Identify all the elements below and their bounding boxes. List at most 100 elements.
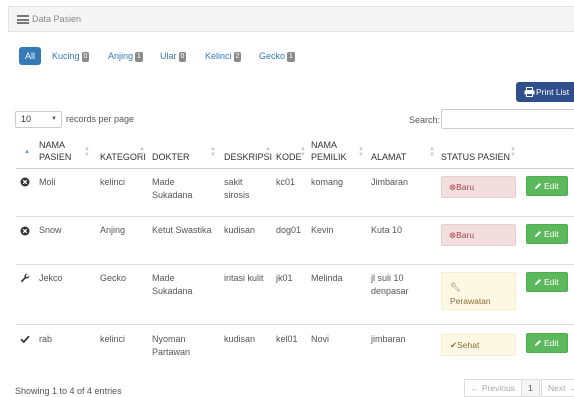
circle-x-icon[interactable] xyxy=(20,177,30,187)
edit-label: Edit xyxy=(544,229,559,239)
printer-icon xyxy=(524,87,535,97)
cell-line: Partawan xyxy=(152,347,191,357)
edit-label: Edit xyxy=(544,338,559,348)
previous-page-button[interactable]: ← Previous xyxy=(464,379,522,397)
sort-icon[interactable]: ▲ ▼ xyxy=(358,146,364,158)
col-dokter[interactable]: DOKTER xyxy=(152,151,190,163)
tab-anjing[interactable]: Anjing 1 xyxy=(108,47,143,65)
tab-kucing[interactable]: Kucing 0 xyxy=(52,47,90,65)
tab-label: Kelinci xyxy=(205,51,232,61)
col-alamat[interactable]: ALAMAT xyxy=(371,151,406,163)
status-label: Baru xyxy=(456,230,475,240)
cell-deskripsi: kudisan xyxy=(224,334,256,344)
pencil-icon xyxy=(535,279,541,285)
cell-dokter: Made Sukadana xyxy=(152,176,193,202)
next-page-button[interactable]: Next → xyxy=(541,379,574,397)
count-badge: 1 xyxy=(287,52,295,62)
chevron-down-icon: ▼ xyxy=(51,116,57,122)
count-badge: 0 xyxy=(178,52,187,62)
cell-line: Made xyxy=(152,177,175,187)
sort-asc-icon[interactable]: ▲ xyxy=(24,149,30,155)
sort-icon[interactable]: ▲ ▼ xyxy=(429,146,435,158)
status-label: Perawatan xyxy=(450,296,491,306)
header-divider xyxy=(16,168,574,169)
cell-dokter: Nyoman Partawan xyxy=(152,333,190,359)
cell-kategori: kelinci xyxy=(100,334,126,344)
tab-label: Gecko xyxy=(259,51,286,61)
cell-pemilik: Novi xyxy=(311,334,330,344)
hamburger-icon[interactable] xyxy=(17,15,29,24)
cell-dokter: Made Sukadana xyxy=(152,272,193,298)
sort-icon[interactable]: ▲ ▼ xyxy=(210,146,216,158)
sort-icon[interactable]: ▲ ▼ xyxy=(510,146,516,158)
records-per-page-value: 10 xyxy=(21,114,32,124)
tab-kelinci[interactable]: Kelinci 2 xyxy=(205,47,242,65)
col-kode[interactable]: KODE xyxy=(276,151,302,163)
status-badge: ⊗Baru xyxy=(441,224,516,246)
status-label: Baru xyxy=(456,182,475,192)
sort-icon[interactable]: ▲ ▼ xyxy=(84,146,90,158)
cell-kode: dog01 xyxy=(276,225,302,235)
cell-nama: Jekco xyxy=(39,273,63,283)
check-icon[interactable] xyxy=(20,334,30,344)
sort-icon[interactable]: ▲ ▼ xyxy=(300,146,306,158)
col-label-line: PEMILIK xyxy=(311,152,347,162)
tab-ular[interactable]: Ular 0 xyxy=(160,47,187,65)
cell-kode: kel01 xyxy=(276,334,298,344)
edit-button[interactable]: Edit xyxy=(526,333,568,353)
count-badge: 0 xyxy=(81,52,90,62)
cell-line: Nyoman xyxy=(152,334,186,344)
cell-deskripsi: kudisan xyxy=(224,225,256,235)
pencil-icon xyxy=(535,231,541,237)
cell-dokter: Ketut Swastika xyxy=(152,225,212,235)
row-divider xyxy=(16,216,574,217)
edit-label: Edit xyxy=(544,277,559,287)
print-list-button[interactable]: Print List xyxy=(516,82,574,102)
edit-button[interactable]: Edit xyxy=(526,224,568,244)
table-info: Showing 1 to 4 of 4 entries xyxy=(15,386,122,396)
status-badge: ✔Sehat xyxy=(441,334,516,356)
cell-alamat: Kuta 10 xyxy=(371,225,403,235)
cell-kode: jk01 xyxy=(276,273,293,283)
cell-nama: rab xyxy=(39,334,53,344)
wrench-icon: 🔧︎ xyxy=(450,282,461,292)
records-per-page-label: records per page xyxy=(66,114,135,124)
cell-deskripsi: iritasi kulit xyxy=(224,273,264,283)
col-nama-pemilik[interactable]: NAMA PEMILIK xyxy=(311,139,347,163)
sort-icon[interactable]: ▲ ▼ xyxy=(139,146,145,158)
cell-kategori: kelinci xyxy=(100,177,126,187)
edit-button[interactable]: Edit xyxy=(526,272,568,292)
col-nama-pasien[interactable]: NAMA PASIEN xyxy=(39,139,71,163)
status-badge: 🔧︎ Perawatan xyxy=(441,272,516,310)
sort-icon[interactable]: ▲ ▼ xyxy=(265,146,271,158)
panel-header: Data Pasien xyxy=(8,6,574,32)
search-input[interactable] xyxy=(441,109,574,129)
cell-deskripsi: sakit sirosis xyxy=(224,176,250,202)
edit-button[interactable]: Edit xyxy=(526,176,568,196)
cell-kategori: Anjing xyxy=(100,225,126,235)
page-1-button[interactable]: 1 xyxy=(521,379,540,397)
cell-pemilik: Melinda xyxy=(311,273,343,283)
col-status-pasien[interactable]: STATUS PASIEN xyxy=(441,151,510,163)
cell-line: Sukadana xyxy=(152,286,193,296)
cell-pemilik: Kevin xyxy=(311,225,334,235)
tab-label: All xyxy=(25,51,36,61)
status-badge: ⊗Baru xyxy=(441,176,516,198)
status-label: Sehat xyxy=(457,340,480,350)
tab-gecko[interactable]: Gecko 1 xyxy=(259,47,295,65)
wrench-icon[interactable] xyxy=(20,273,30,283)
circle-x-icon[interactable] xyxy=(20,226,30,236)
cell-pemilik: komang xyxy=(311,177,344,187)
cell-nama: Snow xyxy=(39,225,62,235)
cell-alamat: jimbaran xyxy=(371,334,406,344)
cell-kategori: Gecko xyxy=(100,273,127,283)
cell-line: jl suli 10 xyxy=(371,273,404,283)
tab-label: Anjing xyxy=(108,51,134,61)
tab-all[interactable]: All xyxy=(19,47,42,65)
cell-nama: Moli xyxy=(39,177,56,187)
cell-line: sakit xyxy=(224,177,243,187)
cell-kode: kc01 xyxy=(276,177,296,187)
cell-alamat: jl suli 10 denpasar xyxy=(371,272,409,298)
records-per-page-select[interactable]: 10 ▼ xyxy=(15,111,62,128)
row-divider xyxy=(16,264,574,265)
